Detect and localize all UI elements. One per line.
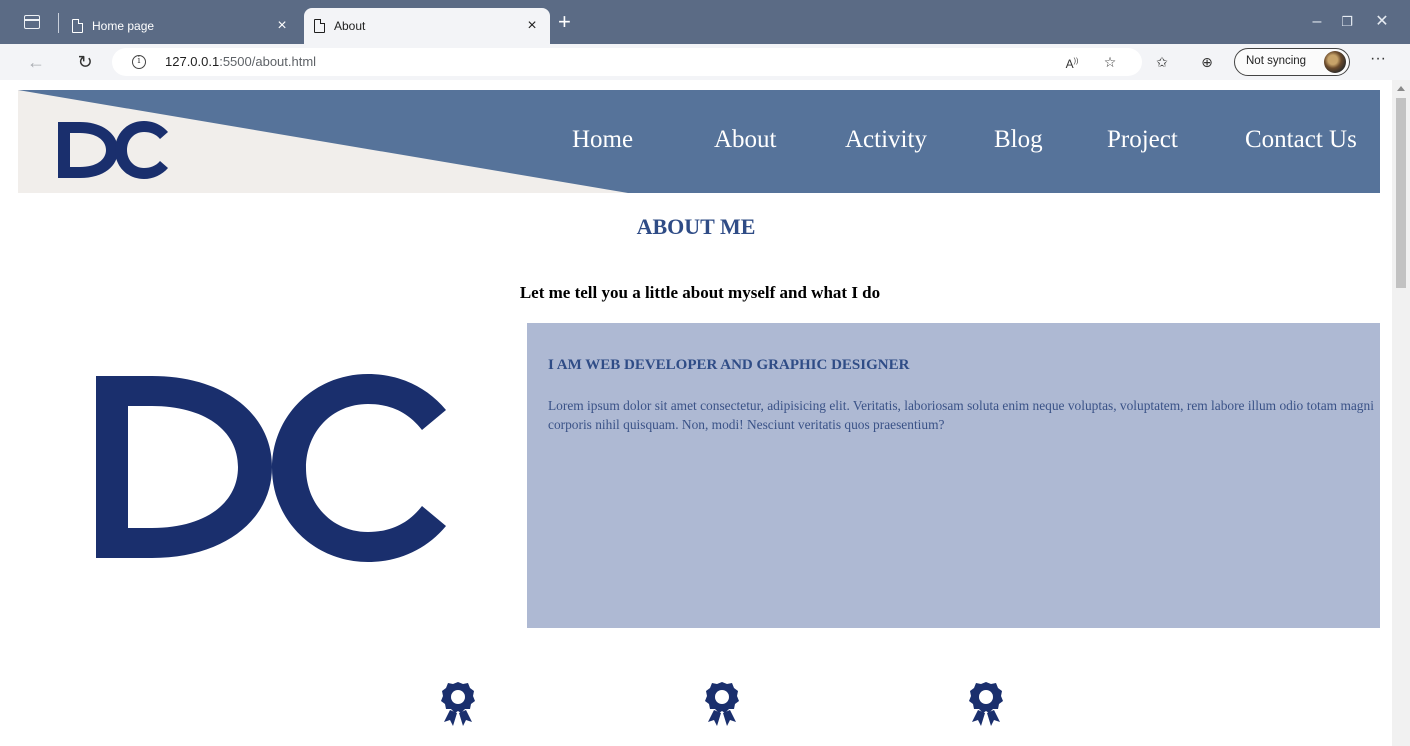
nav-link-about[interactable]: About [714,126,777,154]
address-bar[interactable]: i 127.0.0.1:5500/about.html [112,48,1142,76]
page-icon [314,19,325,33]
page-title: ABOUT ME [636,214,756,239]
tab-home-page[interactable]: Home page × [62,8,300,44]
award-icon [441,682,475,726]
avatar [1324,51,1346,73]
close-window-icon[interactable]: ✕ [1372,12,1392,32]
card-text: Lorem ipsum dolor sit amet consectetur, … [548,398,1374,432]
nav-link-home[interactable]: Home [572,126,633,154]
minimize-icon[interactable]: – [1307,12,1327,32]
site-header: Home About Activity Blog Project Contact… [18,90,1380,193]
scroll-thumb[interactable] [1396,98,1406,288]
url-host: 127.0.0.1 [165,54,220,69]
url-text[interactable]: 127.0.0.1:5500/about.html [165,54,316,69]
tab-title: Home page [92,19,155,33]
add-favorite-icon[interactable]: ☆ [1100,53,1120,71]
award-icon [705,682,739,726]
page-icon [72,19,83,33]
tab-about[interactable]: About × [304,8,550,44]
award-icon [969,682,1003,726]
nav-link-activity[interactable]: Activity [845,126,927,154]
card-title: I AM WEB DEVELOPER AND GRAPHIC DESIGNER [548,357,910,373]
more-icon[interactable]: ··· [1368,50,1388,68]
tab-title: About [334,19,366,33]
page-viewport: Home About Activity Blog Project Contact… [0,80,1392,746]
scroll-up-icon[interactable] [1397,86,1405,91]
read-aloud-icon[interactable]: A)) [1062,53,1082,73]
nav-link-project[interactable]: Project [1107,126,1178,154]
main-nav: Home About Activity Blog Project Contact… [18,90,1380,193]
tab-separator [58,13,59,33]
refresh-icon[interactable]: ↻ [74,52,96,72]
nav-link-contact-us[interactable]: Contact Us [1245,126,1357,154]
restore-icon[interactable]: ❐ [1337,12,1357,32]
url-path: :5500/about.html [219,54,317,69]
page-scrollbar[interactable] [1392,80,1410,746]
back-icon[interactable]: ← [25,52,47,72]
collections-icon[interactable]: ⊕ [1197,53,1217,71]
dc-logo-large [96,374,446,562]
sync-status-label: Not syncing [1246,55,1307,67]
favorites-icon[interactable]: ✩ [1152,53,1172,71]
browser-tab-strip: Home page × About × + – ❐ ✕ [0,0,1410,44]
close-icon[interactable]: × [274,18,290,34]
new-tab-icon[interactable]: + [558,11,571,33]
address-toolbar: ← ↻ i 127.0.0.1:5500/about.html A)) ☆ ✩ … [0,44,1410,80]
profile-sync-button[interactable]: Not syncing [1234,48,1350,76]
close-icon[interactable]: × [524,18,540,34]
intro-text: Let me tell you a little about myself an… [519,283,881,302]
nav-link-blog[interactable]: Blog [994,126,1043,154]
about-card: I AM WEB DEVELOPER AND GRAPHIC DESIGNER … [527,323,1380,628]
info-icon[interactable]: i [132,55,146,69]
tab-actions-icon[interactable] [24,15,40,29]
